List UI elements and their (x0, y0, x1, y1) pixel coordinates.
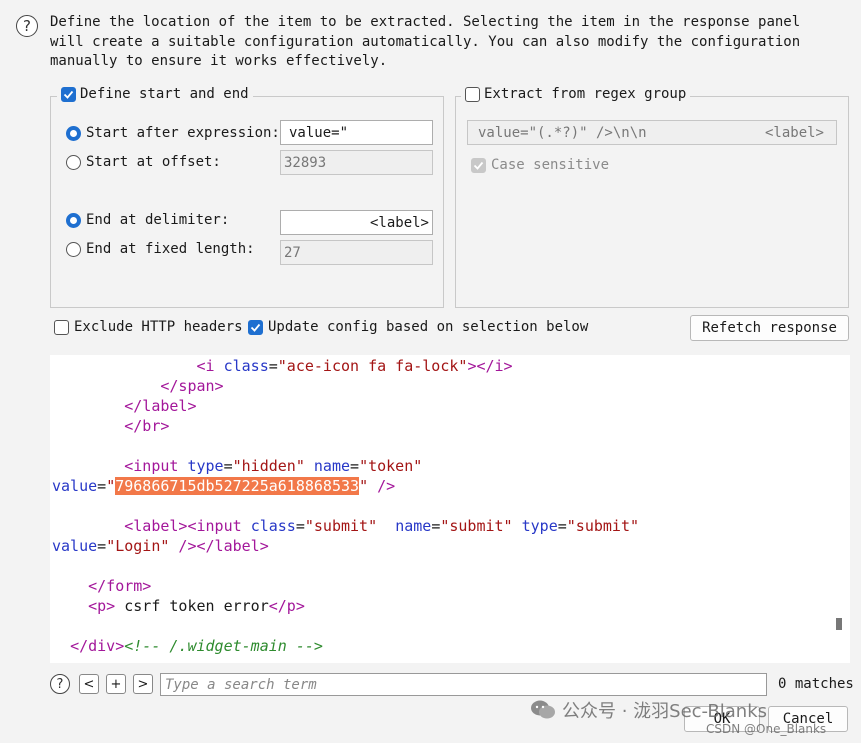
define-start-end-checkbox[interactable] (61, 86, 76, 102)
end-fixed-option[interactable]: End at fixed length: (66, 241, 255, 257)
extracted-token-highlight[interactable]: 796866715db527225a618868533 (115, 477, 360, 495)
define-start-end-legend[interactable]: Define start and end (57, 86, 253, 102)
wechat-watermark: 公众号 · 泷羽Sec-Blanks (530, 697, 767, 723)
case-sensitive-option: Case sensitive (471, 157, 609, 173)
code-line: </span> (52, 377, 224, 395)
search-placeholder: Type a search term (165, 676, 317, 693)
exclude-headers-option[interactable]: Exclude HTTP headers (54, 319, 243, 335)
update-config-option[interactable]: Update config based on selection below (248, 319, 588, 335)
start-after-input[interactable]: value=" (280, 120, 433, 145)
csdn-watermark: CSDN @One_Blanks (706, 722, 827, 736)
start-offset-option[interactable]: Start at offset: (66, 154, 221, 170)
regex-input: value="(.*?)" />\n\n <label> (467, 120, 837, 145)
code-line: <i class="ace-icon fa fa-lock"></i> (196, 357, 513, 375)
define-start-end-label: Define start and end (80, 86, 249, 102)
editor-scrollbar-thumb[interactable] (836, 618, 842, 630)
start-after-value: value=" (289, 124, 349, 141)
update-config-checkbox[interactable] (248, 319, 263, 335)
intro-text: Define the location of the item to be ex… (50, 14, 801, 69)
regex-legend[interactable]: Extract from regex group (461, 86, 691, 102)
code-line: <p> csrf token error</p> (88, 597, 305, 615)
exclude-headers-label: Exclude HTTP headers (74, 319, 243, 335)
case-sensitive-label: Case sensitive (491, 157, 610, 173)
code-line: value="796866715db527225a618868533" /> (52, 477, 396, 495)
start-after-option[interactable]: Start after expression: (66, 125, 280, 141)
code-line: </label> (52, 397, 197, 415)
start-offset-radio[interactable] (66, 154, 81, 170)
end-delimiter-input[interactable]: <label> (280, 210, 433, 235)
end-delimiter-option[interactable]: End at delimiter: (66, 212, 229, 228)
code-line: </form> (52, 577, 152, 595)
regex-checkbox[interactable] (465, 86, 480, 102)
start-after-label: Start after expression: (86, 125, 280, 141)
code-line: <label><input class="submit" name="submi… (124, 517, 640, 535)
code-line: <input type="hidden" name="token" (124, 457, 423, 475)
start-offset-input: 32893 (280, 150, 433, 175)
end-delimiter-value: <label> (369, 214, 429, 231)
search-next-button[interactable]: > (133, 674, 153, 694)
end-fixed-radio[interactable] (66, 241, 81, 257)
search-input[interactable]: Type a search term (160, 673, 767, 696)
refetch-response-button[interactable]: Refetch response (690, 315, 849, 341)
end-fixed-value: 27 (284, 244, 301, 261)
exclude-headers-checkbox[interactable] (54, 319, 69, 335)
search-add-button[interactable]: + (106, 674, 126, 694)
help-icon[interactable]: ? (16, 15, 38, 37)
regex-suffix: <label> (764, 124, 824, 141)
start-offset-value: 32893 (284, 154, 327, 171)
case-sensitive-checkbox (471, 157, 486, 173)
watermark-brand: 公众号 · 泷羽Sec-Blanks (562, 701, 768, 722)
code-line: </div><!-- /.widget-main --> (70, 637, 323, 655)
code-line: value="Login" /></label> (52, 537, 269, 555)
end-delimiter-radio[interactable] (66, 212, 81, 228)
search-matches-count: 0 matches (778, 676, 854, 692)
wechat-icon (531, 700, 555, 719)
search-help-icon[interactable]: ? (50, 674, 70, 694)
code-line: </br> (52, 417, 170, 435)
update-config-label: Update config based on selection below (268, 319, 589, 335)
end-fixed-input: 27 (280, 240, 433, 265)
regex-label: Extract from regex group (484, 86, 687, 102)
start-after-radio[interactable] (66, 125, 81, 141)
regex-value: value="(.*?)" />\n\n (478, 124, 647, 141)
response-editor[interactable]: <i class="ace-icon fa fa-lock"></i> </sp… (50, 355, 850, 663)
end-delimiter-label: End at delimiter: (86, 212, 230, 228)
end-fixed-label: End at fixed length: (86, 241, 255, 257)
search-prev-button[interactable]: < (79, 674, 99, 694)
start-offset-label: Start at offset: (86, 154, 221, 170)
